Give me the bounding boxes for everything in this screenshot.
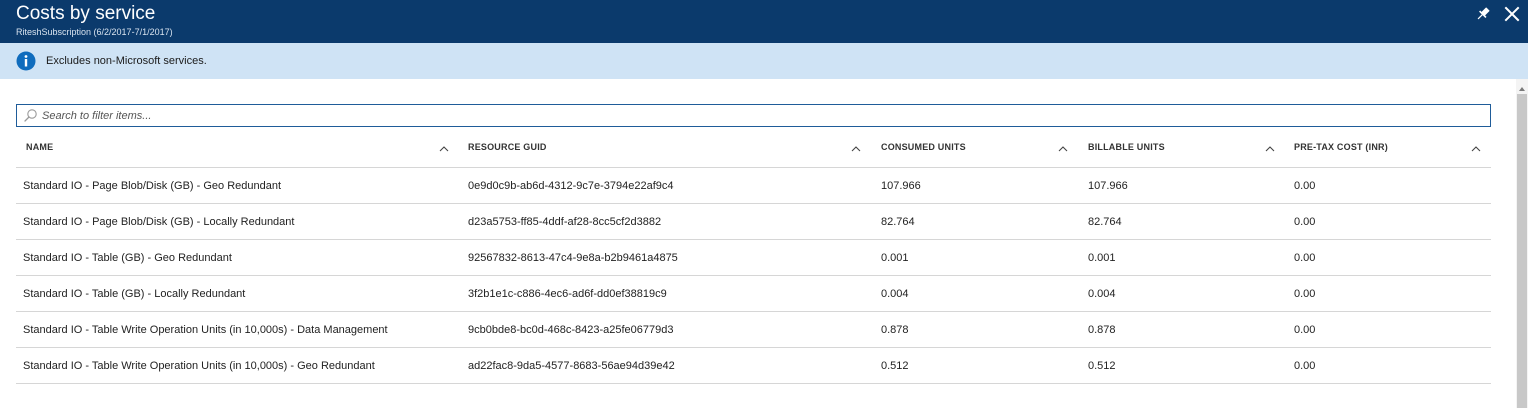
chevron-up-icon[interactable] (851, 140, 861, 152)
column-header-consumed-units[interactable]: CONSUMED UNITS (871, 132, 1078, 167)
column-header-label: CONSUMED UNITS (881, 142, 966, 152)
cell-name: Standard IO - Page Blob/Disk (GB) - Loca… (23, 216, 295, 228)
cell-resource-guid: 0e9d0c9b-ab6d-4312-9c7e-3794e22af9c4 (468, 180, 674, 192)
info-icon (16, 51, 36, 71)
column-header-pre-tax-cost[interactable]: PRE-TAX COST (INR) (1284, 132, 1491, 167)
cell-name: Standard IO - Page Blob/Disk (GB) - Geo … (23, 180, 282, 192)
table-row[interactable]: Standard IO - Table Write Operation Unit… (16, 348, 1491, 384)
blade-header: Costs by service RiteshSubscription (6/2… (0, 0, 1528, 43)
column-header-label: PRE-TAX COST (INR) (1294, 142, 1388, 152)
table-header: NAME RESOURCE GUID CONSUMED UNITS BILLAB… (16, 132, 1491, 168)
cell-name: Standard IO - Table Write Operation Unit… (23, 360, 375, 372)
cell-consumed-units: 82.764 (881, 216, 915, 228)
column-header-resource-guid[interactable]: RESOURCE GUID (458, 132, 871, 167)
cell-billable-units: 0.004 (1088, 288, 1116, 300)
cell-resource-guid: 3f2b1e1c-c886-4ec6-ad6f-dd0ef38819c9 (468, 288, 667, 300)
search-box[interactable] (16, 104, 1491, 127)
cell-name: Standard IO - Table Write Operation Unit… (23, 324, 388, 336)
cell-consumed-units: 0.878 (881, 324, 909, 336)
cell-resource-guid: d23a5753-ff85-4ddf-af28-8cc5cf2d3882 (468, 216, 662, 228)
info-message: Excludes non-Microsoft services. (46, 55, 207, 67)
blade-subtitle: RiteshSubscription (6/2/2017-7/1/2017) (16, 27, 173, 37)
chevron-up-icon[interactable] (1058, 140, 1068, 152)
pin-icon[interactable] (1474, 5, 1492, 23)
column-header-billable-units[interactable]: BILLABLE UNITS (1078, 132, 1285, 167)
chevron-up-icon[interactable] (1265, 140, 1275, 152)
search-input[interactable] (42, 106, 1482, 125)
column-header-label: BILLABLE UNITS (1088, 142, 1165, 152)
search-icon (23, 108, 38, 123)
info-bar: Excludes non-Microsoft services. (0, 43, 1528, 79)
table-row[interactable]: Standard IO - Table (GB) - Locally Redun… (16, 276, 1491, 312)
cell-pre-tax-cost: 0.00 (1294, 216, 1316, 228)
table-row[interactable]: Standard IO - Table (GB) - Geo Redundant… (16, 240, 1491, 276)
cell-pre-tax-cost: 0.00 (1294, 324, 1316, 336)
cell-billable-units: 0.001 (1088, 252, 1116, 264)
close-icon[interactable] (1503, 5, 1521, 23)
cell-billable-units: 107.966 (1088, 180, 1128, 192)
scrollbar-thumb[interactable] (1517, 94, 1527, 408)
chevron-up-icon[interactable] (439, 140, 449, 152)
chevron-up-icon[interactable] (1471, 140, 1481, 152)
cell-pre-tax-cost: 0.00 (1294, 252, 1316, 264)
cell-consumed-units: 0.001 (881, 252, 909, 264)
scroll-up-arrow-icon[interactable] (1517, 81, 1527, 91)
cell-resource-guid: 92567832-8613-47c4-9e8a-b2b9461a4875 (468, 252, 678, 264)
blade-title: Costs by service (16, 3, 156, 24)
column-header-name[interactable]: NAME (16, 132, 460, 167)
cell-pre-tax-cost: 0.00 (1294, 288, 1316, 300)
cell-pre-tax-cost: 0.00 (1294, 360, 1316, 372)
table-row[interactable]: Standard IO - Table Write Operation Unit… (16, 312, 1491, 348)
cell-consumed-units: 107.966 (881, 180, 921, 192)
cell-resource-guid: ad22fac8-9da5-4577-8683-56ae94d39e42 (468, 360, 675, 372)
cell-consumed-units: 0.004 (881, 288, 909, 300)
cell-resource-guid: 9cb0bde8-bc0d-468c-8423-a25fe06779d3 (468, 324, 674, 336)
costs-by-service-blade: Costs by service RiteshSubscription (6/2… (0, 0, 1528, 408)
cell-pre-tax-cost: 0.00 (1294, 180, 1316, 192)
cell-billable-units: 0.512 (1088, 360, 1116, 372)
cell-name: Standard IO - Table (GB) - Locally Redun… (23, 288, 246, 300)
cell-name: Standard IO - Table (GB) - Geo Redundant (23, 252, 232, 264)
cell-billable-units: 82.764 (1088, 216, 1122, 228)
table-row[interactable]: Standard IO - Page Blob/Disk (GB) - Geo … (16, 168, 1491, 204)
cell-consumed-units: 0.512 (881, 360, 909, 372)
column-header-label: RESOURCE GUID (468, 142, 547, 152)
cell-billable-units: 0.878 (1088, 324, 1116, 336)
column-header-label: NAME (26, 142, 54, 152)
table-row[interactable]: Standard IO - Page Blob/Disk (GB) - Loca… (16, 204, 1491, 240)
